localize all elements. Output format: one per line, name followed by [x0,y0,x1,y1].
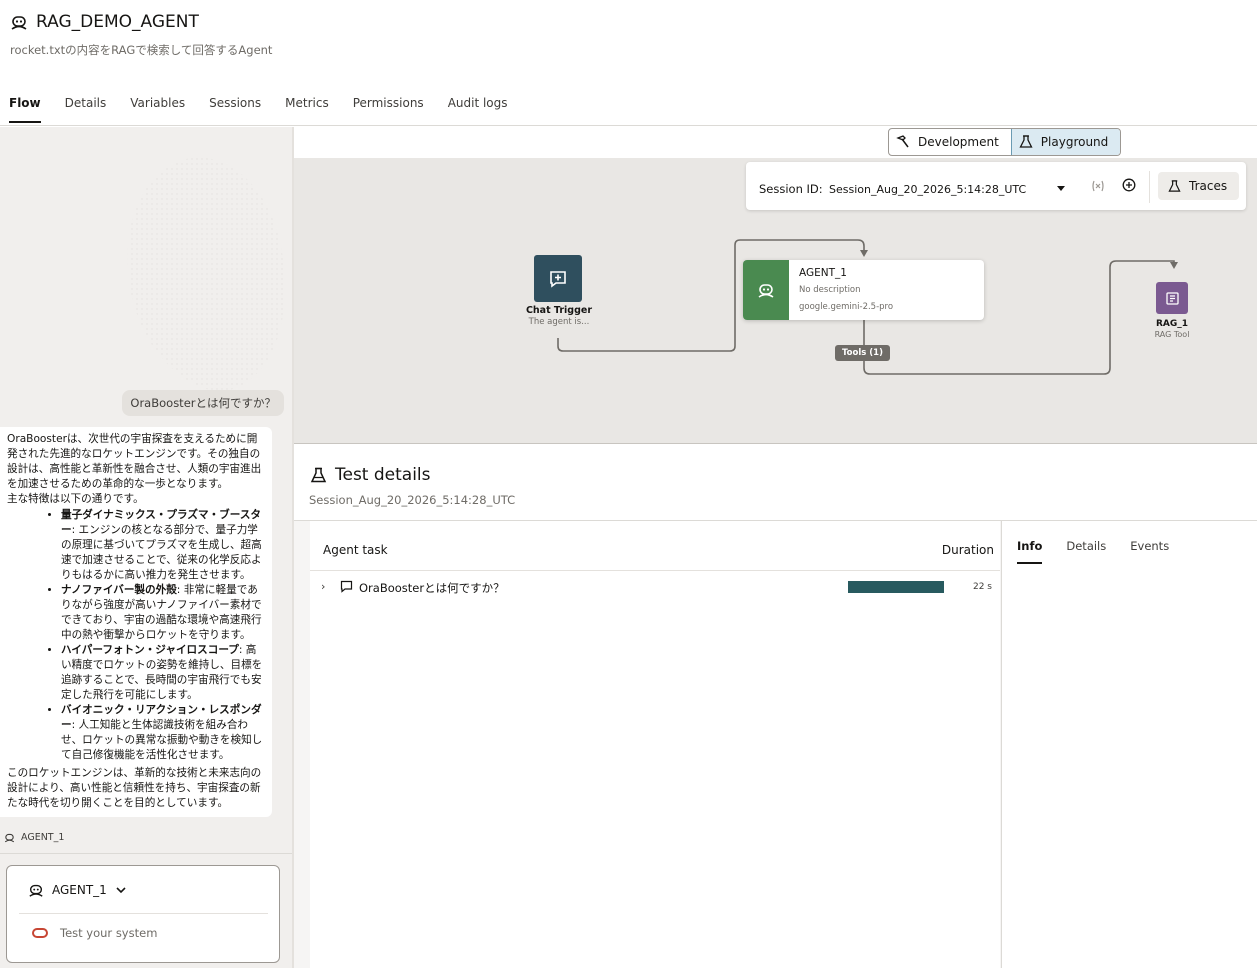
chat-trigger-icon [550,270,566,288]
agent-label-text: AGENT_1 [21,832,65,843]
chat-icon [340,580,353,593]
agent-node-stripe [743,260,789,320]
chevron-down-icon [116,887,126,894]
column-header-duration: Duration [941,543,994,557]
feature-name: ハイパーフォトン・ジャイロスコープ [61,644,239,656]
answer-outro: このロケットエンジンは、革新的な技術と未来志向の設計により、高い性能と信頼性を持… [7,767,262,809]
answer-feature-list: 量子ダイナミックス・プラズマ・ブースター: エンジンの核となる部分で、量子力学の… [7,508,264,763]
agent-icon [758,284,774,298]
rag-tool-type: RAG Tool [1154,330,1190,339]
feature-text: : 人工知能と生体認識技術を組み合わせ、ロケットの異常な振動や動きを検知して自己… [61,719,263,761]
user-message-bubble: OraBoosterとは何ですか？ [122,390,284,416]
tab-events[interactable]: Events [1130,539,1169,564]
traces-button[interactable]: Traces [1158,172,1240,200]
column-header-agent-task: Agent task [323,543,388,557]
page-title: RAG_DEMO_AGENT [10,12,199,32]
list-item: 量子ダイナミックス・プラズマ・ブースター: エンジンの核となる部分で、量子力学の… [61,508,264,583]
task-duration: 22 s [972,582,992,592]
chat-panel[interactable]: OraBoosterとは何ですか？ OraBoosterは、次世代の宇宙探査を支… [0,127,292,968]
list-item: ナノファイバー製の外殻: 非常に軽量でありながら強度が高いナノファイバー素材でで… [61,583,264,643]
agent-node-name: AGENT_1 [799,267,847,279]
app-subtitle: rocket.txtの内容をRAGで検索して回答するAgent [10,43,273,57]
playground-label: Playground [1040,135,1109,149]
traces-label: Traces [1189,179,1228,193]
document-icon [1165,291,1179,305]
rag-tool-name: RAG_1 [1155,319,1189,329]
watermark-graphic [127,157,285,392]
arrowhead [860,250,868,257]
hammer-icon [896,135,909,148]
flow-canvas[interactable]: Session ID: Session_Aug_20_2026_5:14:28_… [294,158,1257,444]
agent-task-table: Agent task Duration › OraBoosterとは何ですか？ … [310,521,1000,968]
tab-metrics[interactable]: Metrics [285,96,329,123]
tab-flow[interactable]: Flow [9,96,41,123]
divider [0,853,292,854]
agent-icon [11,16,27,30]
agent-selector[interactable]: AGENT_1 [28,882,127,898]
feature-name: ナノファイバー製の外殻 [61,584,177,596]
detail-panel: Info Details Events [1001,521,1257,968]
duration-bar [848,581,944,593]
chat-input-card: AGENT_1 Test your system [6,865,280,963]
detail-tabs: Info Details Events [1017,539,1193,564]
test-details-title-text: Test details [335,465,431,485]
test-details-title: Test details [310,465,431,485]
agent-node-description: No description [799,285,861,295]
list-item: ハイパーフォトン・ジャイロスコープ: 高い精度でロケットの姿勢を維持し、目標を追… [61,643,264,703]
feature-text: : エンジンの核となる部分で、量子力学の原理に基づいてプラズマを生成し、超高速で… [61,524,262,581]
variable-icon[interactable] [1091,179,1105,193]
answer-features-heading: 主な特徴は以下の通りです。 [7,493,144,505]
playground-button[interactable]: Playground [1010,129,1121,155]
chat-trigger-name: Chat Trigger [525,305,593,316]
tab-info[interactable]: Info [1017,539,1043,564]
chat-input[interactable]: Test your system [32,926,157,940]
main-tabs: Flow Details Variables Sessions Metrics … [9,96,532,123]
agent-icon [29,884,43,897]
divider [1149,171,1150,203]
tab-details[interactable]: Details [1066,539,1106,564]
duration-bar-track [848,581,944,593]
flask-icon [1019,135,1033,148]
flask-icon [1168,179,1181,192]
mode-switch: Development Playground [888,128,1122,156]
chat-trigger-description: The agent is... [528,317,590,327]
answer-intro: OraBoosterは、次世代の宇宙探査を支えるために開発された先進的なロケット… [7,433,262,490]
agent-selector-label: AGENT_1 [52,883,107,897]
chevron-down-icon[interactable] [1057,186,1065,191]
test-details-session: Session_Aug_20_2026_5:14:28_UTC [309,493,516,507]
answer-agent-label: AGENT_1 [4,832,64,843]
tools-badge[interactable]: Tools (1) [835,345,890,361]
chevron-right-icon[interactable]: › [321,580,325,593]
tab-variables[interactable]: Variables [130,96,185,123]
flask-icon [310,467,327,482]
agent-node-model: google.gemini-2.5-pro [799,302,894,312]
session-id-select[interactable]: Session_Aug_20_2026_5:14:28_UTC [829,183,1026,196]
app-title-text: RAG_DEMO_AGENT [36,12,199,32]
agent-answer-card: OraBoosterは、次世代の宇宙探査を支えるために開発された先進的なロケット… [0,427,272,817]
agent-icon [4,833,15,843]
add-session-icon[interactable] [1122,178,1136,192]
session-id-label: Session ID: [759,182,823,196]
rag-tool-node[interactable] [1156,282,1188,314]
list-item: バイオニック・リアクション・レスポンダー: 人工知能と生体認識技術を組み合わせ、… [61,703,264,763]
oracle-logo-icon [32,928,48,938]
agent-node[interactable]: AGENT_1 No description google.gemini-2.5… [743,260,984,320]
arrowhead [1170,262,1178,269]
tab-permissions[interactable]: Permissions [353,96,424,123]
tab-details[interactable]: Details [65,96,107,123]
development-button[interactable]: Development [889,129,1011,155]
session-toolbar: Session ID: Session_Aug_20_2026_5:14:28_… [746,162,1246,210]
test-details-area: Agent task Duration › OraBoosterとは何ですか？ … [294,520,1257,968]
tab-audit-logs[interactable]: Audit logs [448,96,508,123]
development-label: Development [918,135,999,149]
task-label: OraBoosterとは何ですか？ [359,581,505,595]
table-row[interactable]: › OraBoosterとは何ですか？ 22 s [310,571,1000,603]
page-header: RAG_DEMO_AGENT rocket.txtの内容をRAGで検索して回答す… [0,0,1257,126]
chat-input-placeholder: Test your system [60,926,158,940]
tab-sessions[interactable]: Sessions [209,96,261,123]
chat-trigger-node[interactable] [534,255,582,302]
divider [19,913,268,914]
